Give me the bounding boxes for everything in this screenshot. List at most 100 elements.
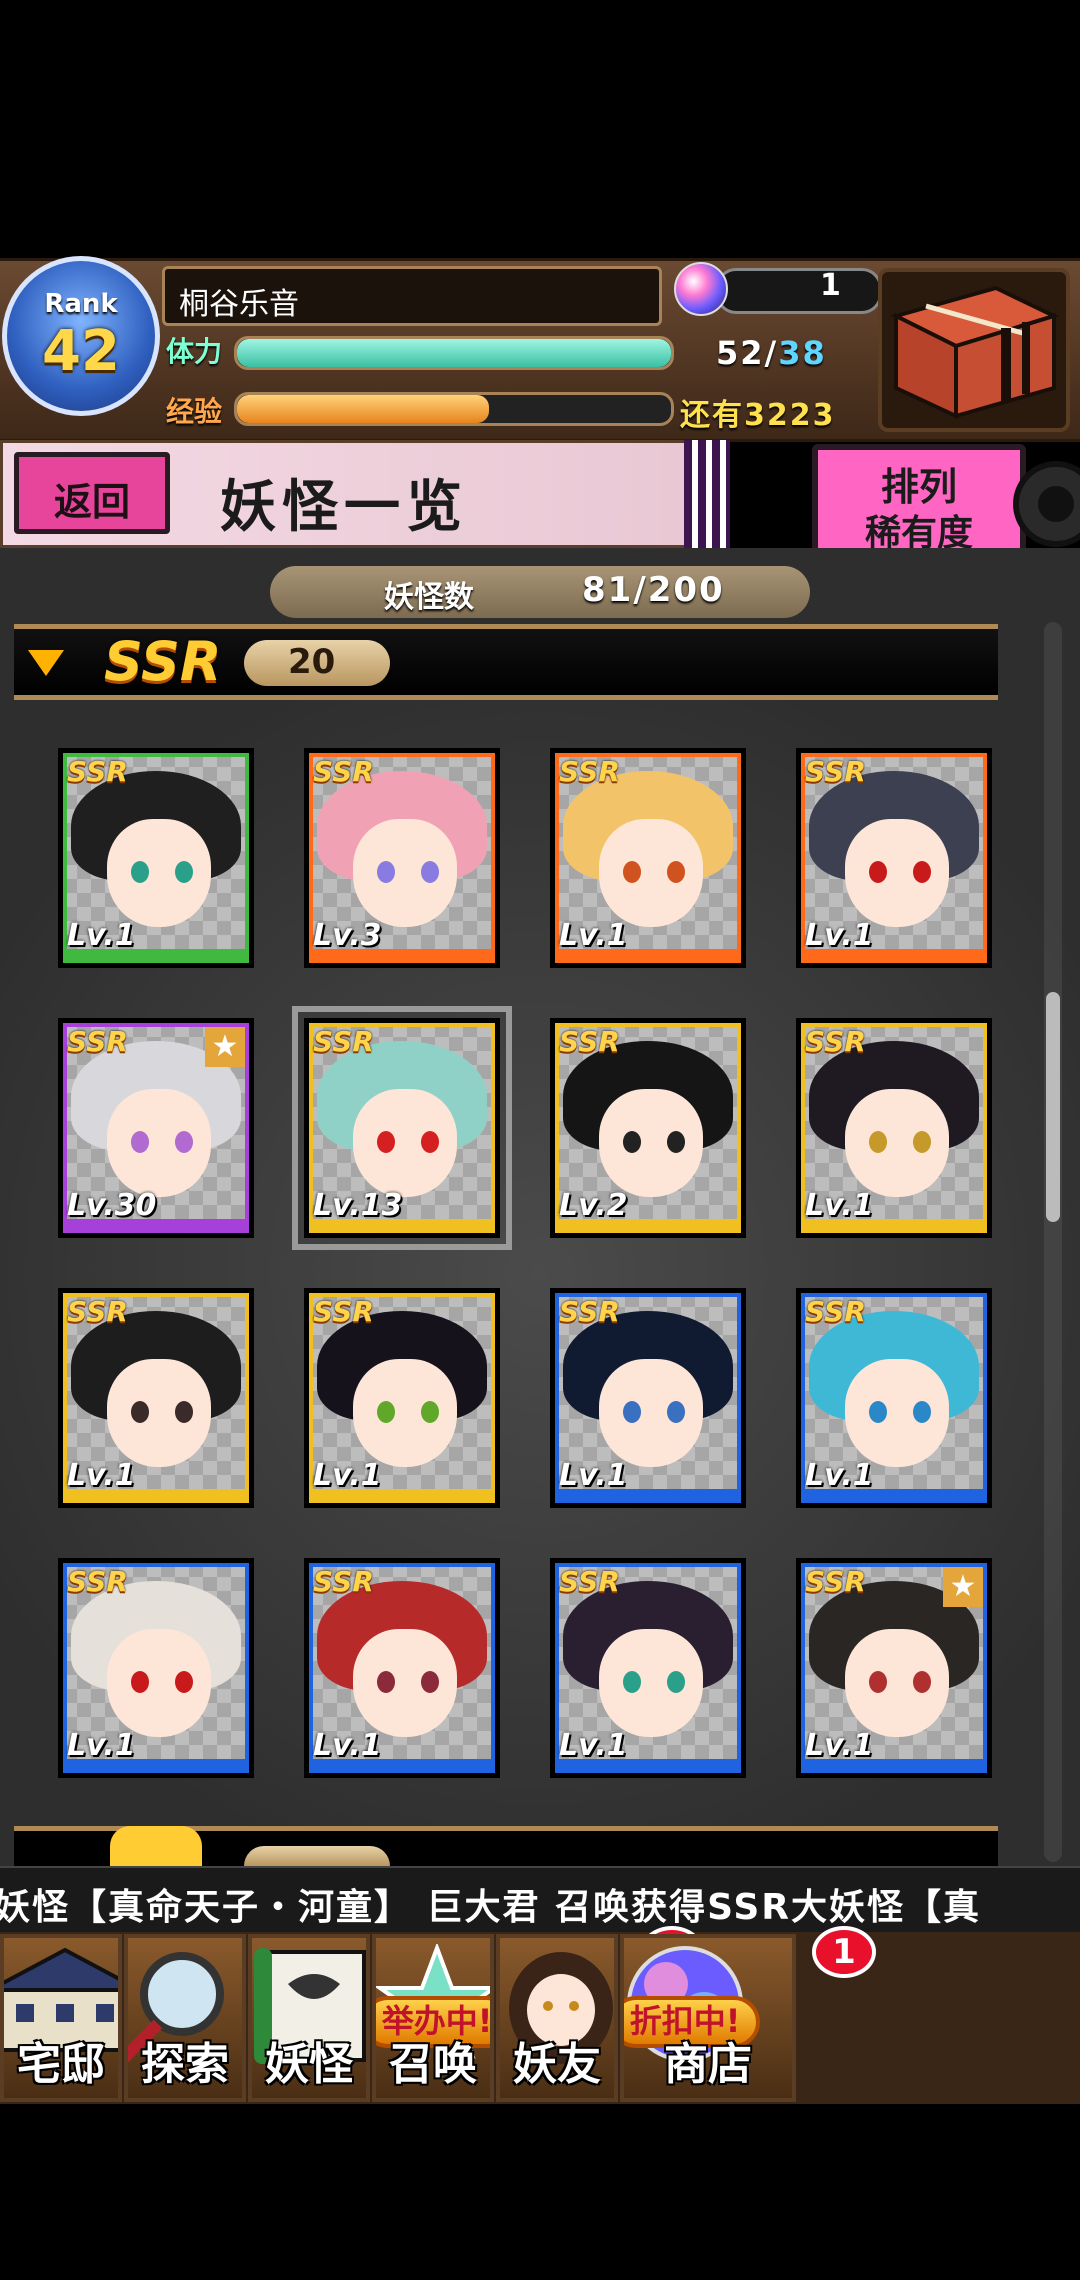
portrait-eye [913, 861, 931, 883]
card-level: Lv.1 [313, 1458, 382, 1493]
portrait-face [353, 1359, 457, 1467]
nav-label: 宅邸 [17, 2039, 105, 2090]
stamina-bar-fill [237, 339, 671, 367]
collapse-triangle-icon[interactable] [28, 650, 64, 676]
portrait-eye [377, 861, 395, 883]
rank-badge[interactable]: Rank 42 [2, 256, 160, 416]
scrollbar[interactable] [1044, 622, 1062, 1862]
nav-button-5[interactable]: 折扣中! 商店 [620, 1934, 796, 2102]
card-level: Lv.1 [805, 1188, 874, 1223]
portrait-face [107, 1629, 211, 1737]
portrait-eye [131, 1131, 149, 1153]
sort-button-label: 排列 [880, 465, 957, 509]
yokai-card[interactable]: SSR Lv.1 [58, 1288, 254, 1508]
star-icon: ★ [205, 1027, 245, 1067]
yokai-card[interactable]: SSR Lv.1 [58, 1558, 254, 1778]
card-rarity-badge: SSR [313, 1025, 374, 1058]
portrait-eye [175, 1401, 193, 1423]
card-level: Lv.1 [559, 918, 628, 953]
card-level: Lv.2 [559, 1188, 628, 1223]
nav-button-4[interactable]: 妖友 [496, 1934, 618, 2102]
portrait-face [599, 1629, 703, 1737]
orb-count: 1 [820, 268, 841, 303]
card-rarity-badge: SSR [559, 755, 620, 788]
portrait-eye [421, 861, 439, 883]
portrait-eye [623, 1671, 641, 1693]
portrait-eye [377, 1671, 395, 1693]
yokai-card[interactable]: SSR Lv.1 [58, 748, 254, 968]
card-rarity-badge: SSR [313, 1565, 374, 1598]
back-button-label: 返回 [53, 480, 130, 524]
portrait-eye [869, 1401, 887, 1423]
exp-label: 经验 [166, 395, 223, 428]
yokai-card[interactable]: SSR Lv.1 [304, 1558, 500, 1778]
yokai-card[interactable]: SSR ★ Lv.1 [796, 1558, 992, 1778]
card-level: Lv.1 [67, 1728, 136, 1763]
card-level: Lv.1 [805, 1458, 874, 1493]
stamina-label: 体力 [166, 335, 223, 368]
card-level: Lv.13 [313, 1188, 403, 1223]
portrait-face [845, 1629, 949, 1737]
yokai-card[interactable]: SSR Lv.3 [304, 748, 500, 968]
ticker-text: 妖怪【真命天子・河童】 巨大君 召唤获得SSR大妖怪【真 [0, 1887, 982, 1928]
portrait-eye [913, 1131, 931, 1153]
nav-label: 召唤 [389, 2039, 477, 2090]
card-level: Lv.1 [559, 1728, 628, 1763]
player-name: 桐谷乐音 [179, 287, 299, 322]
portrait-eye [869, 861, 887, 883]
yokai-card[interactable]: SSR Lv.1 [796, 1288, 992, 1508]
scrollbar-thumb[interactable] [1046, 992, 1060, 1222]
portrait-eye [623, 1131, 641, 1153]
nav-button-2[interactable]: 妖怪 [248, 1934, 370, 2102]
card-rarity-badge: SSR [67, 1565, 128, 1598]
rank-label: Rank [44, 289, 118, 319]
portrait-eye [667, 861, 685, 883]
portrait-face [107, 1359, 211, 1467]
card-level: Lv.1 [67, 1458, 136, 1493]
section-count: 20 [288, 642, 336, 682]
card-rarity-badge: SSR [559, 1295, 620, 1328]
news-ticker: 妖怪【真命天子・河童】 巨大君 召唤获得SSR大妖怪【真 [0, 1866, 1080, 1934]
nav-button-0[interactable]: 宅邸 [0, 1934, 122, 2102]
card-level: Lv.1 [805, 918, 874, 953]
yokai-card[interactable]: SSR Lv.1 [796, 748, 992, 968]
yokai-card[interactable]: SSR Lv.2 [550, 1018, 746, 1238]
card-rarity-badge: SSR [313, 1295, 374, 1328]
yokai-card[interactable]: SSR Lv.13 [292, 1006, 512, 1250]
portrait-eye [175, 861, 193, 883]
yokai-card[interactable]: SSR ★ Lv.30 [58, 1018, 254, 1238]
portrait-eye [421, 1401, 439, 1423]
stamina-value: 52/38 [716, 334, 827, 372]
yokai-card[interactable]: SSR Lv.1 [796, 1018, 992, 1238]
card-rarity-badge: SSR [67, 755, 128, 788]
portrait-eye [623, 861, 641, 883]
card-rarity-badge: SSR [805, 755, 866, 788]
nav-button-1[interactable]: 探索 [124, 1934, 246, 2102]
yokai-card[interactable]: SSR Lv.1 [550, 748, 746, 968]
back-button[interactable]: 返回 [14, 452, 170, 534]
portrait-eye [869, 1131, 887, 1153]
exp-bar [234, 392, 674, 426]
yokai-card[interactable]: SSR Lv.1 [550, 1288, 746, 1508]
portrait-face [353, 819, 457, 927]
card-level: Lv.1 [805, 1728, 874, 1763]
portrait-eye [131, 1671, 149, 1693]
portrait-eye [377, 1131, 395, 1153]
portrait-eye [131, 1401, 149, 1423]
portrait-eye [913, 1671, 931, 1693]
card-rarity-badge: SSR [559, 1025, 620, 1058]
portrait-face [845, 819, 949, 927]
orb-counter[interactable] [716, 268, 882, 314]
portrait-eye [869, 1671, 887, 1693]
sort-button[interactable]: 排列 稀有度 [812, 444, 1026, 564]
card-rarity-badge: SSR [67, 1025, 128, 1058]
star-icon: ★ [943, 1567, 983, 1607]
gift-box-icon[interactable] [876, 266, 1072, 434]
yokai-count-value: 81/200 [582, 570, 725, 610]
yokai-card[interactable]: SSR Lv.1 [304, 1288, 500, 1508]
portrait-face [845, 1089, 949, 1197]
portrait-eye [175, 1671, 193, 1693]
yokai-card[interactable]: SSR Lv.1 [550, 1558, 746, 1778]
yokai-count-bar [270, 566, 810, 618]
nav-button-3[interactable]: 举办中! 召唤 [372, 1934, 494, 2102]
